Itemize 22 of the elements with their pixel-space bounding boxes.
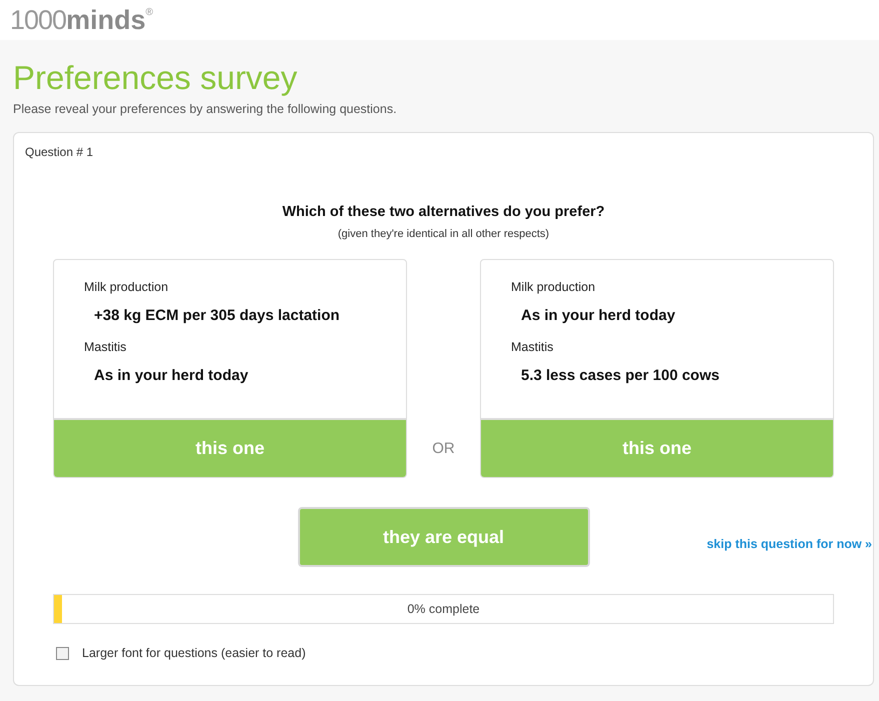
criterion-name: Mastitis — [511, 340, 554, 354]
or-separator: OR — [432, 439, 455, 459]
page-subtitle: Please reveal your preferences by answering the following questions. — [13, 102, 398, 116]
skip-link[interactable]: skip this question for now » — [706, 537, 872, 551]
equal-button[interactable]: they are equal — [298, 507, 590, 567]
criterion-value: As in your herd today — [94, 367, 250, 384]
question-note: (given they're identical in all other respects) — [336, 228, 550, 240]
criterion-value: 5.3 less cases per 100 cows — [521, 367, 720, 384]
choose-button[interactable]: this one — [54, 418, 406, 477]
criterion-name: Milk production — [511, 280, 596, 294]
criterion-name: Mastitis — [84, 340, 128, 354]
larger-font-checkbox[interactable] — [56, 646, 69, 660]
choose-button[interactable]: this one — [481, 418, 833, 477]
checkbox-label: Larger font for questions (easier to read) — [82, 646, 306, 660]
page-title: Preferences survey — [13, 58, 298, 98]
criterion-value: As in your herd today — [521, 307, 676, 324]
criterion-value: +38 kg ECM per 305 days lactation — [94, 307, 341, 324]
progress-label: 0% complete — [406, 602, 481, 616]
criterion-name: Milk production — [84, 280, 170, 294]
question-prompt: Which of these two alternatives do you prefer? — [281, 204, 606, 220]
logo: 1000minds® — [10, 6, 153, 34]
question-label: Question # 1 — [25, 145, 94, 159]
